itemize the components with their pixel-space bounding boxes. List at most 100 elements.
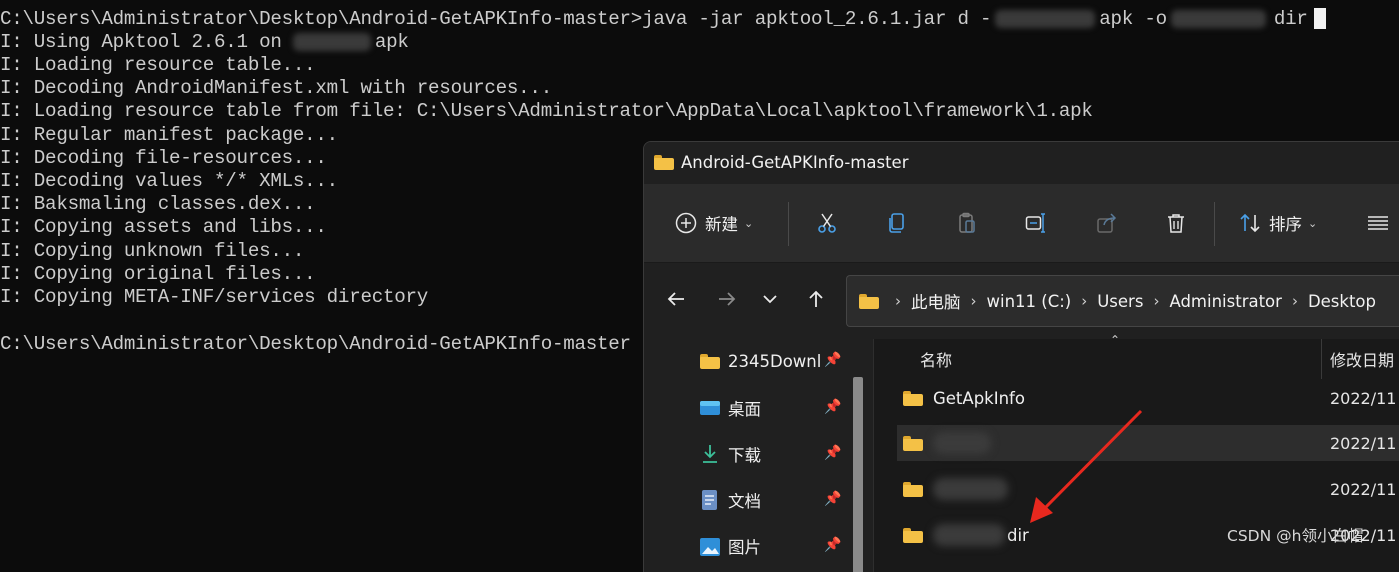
- arrow-up-icon: [809, 290, 823, 307]
- back-button[interactable]: [662, 285, 690, 313]
- sidebar-item-documents[interactable]: 文档: [699, 485, 761, 515]
- file-row[interactable]: GetApkInfo 2022/11: [897, 380, 1399, 416]
- column-divider[interactable]: [1321, 339, 1322, 379]
- sort-button[interactable]: 排序 ⌄: [1238, 204, 1317, 242]
- breadcrumb-item[interactable]: win11 (C:): [987, 292, 1072, 311]
- sidebar-item-label: 文档: [728, 492, 761, 511]
- file-row[interactable]: 2022/11: [897, 425, 1399, 461]
- chevron-down-icon: ⌄: [744, 216, 754, 230]
- toolbar-divider: [1214, 202, 1215, 246]
- chevron-right-icon: ›: [1153, 292, 1160, 310]
- pin-icon[interactable]: 📌: [824, 399, 842, 417]
- share-button[interactable]: [1095, 204, 1119, 242]
- arrow-right-icon: [719, 292, 736, 306]
- chevron-right-icon: ›: [895, 292, 901, 310]
- paste-icon: [959, 212, 975, 233]
- delete-button[interactable]: [1164, 204, 1188, 242]
- plus-circle-icon: [675, 212, 697, 234]
- terminal-output-line: I: Copying assets and libs...: [0, 216, 327, 238]
- command-apk: apk -o: [1099, 8, 1167, 30]
- terminal-prompt: C:\Users\Administrator\Desktop\Android-G…: [0, 333, 631, 355]
- rename-icon: [1025, 213, 1045, 233]
- folder-icon: [859, 293, 879, 309]
- copy-button[interactable]: [885, 204, 909, 242]
- desktop-icon: [699, 398, 721, 418]
- address-bar[interactable]: › 此电脑 › win11 (C:) › Users › Administrat…: [846, 275, 1399, 327]
- sidebar-item-label: 桌面: [728, 400, 761, 419]
- download-icon: [699, 444, 721, 464]
- folder-icon: [903, 390, 923, 406]
- terminal-output-line: I: Copying original files...: [0, 263, 316, 285]
- picture-icon: [699, 536, 721, 556]
- command-prefix: C:\Users\Administrator\Desktop\Android-G…: [0, 8, 992, 30]
- file-name: dir: [1007, 525, 1029, 545]
- column-header-label: 修改日期: [1330, 351, 1395, 370]
- sidebar-scrollbar[interactable]: [853, 377, 863, 572]
- redacted-text: [995, 9, 1096, 28]
- folder-icon: [903, 481, 923, 497]
- view-button[interactable]: [1366, 204, 1390, 242]
- breadcrumb-item[interactable]: Users: [1097, 292, 1143, 311]
- window-title: Android-GetAPKInfo-master: [681, 153, 909, 172]
- column-header-modified[interactable]: 修改日期: [1330, 342, 1394, 376]
- column-header-label: 名称: [920, 351, 953, 370]
- redacted-text: [292, 32, 371, 51]
- delete-icon: [1168, 214, 1184, 233]
- chevron-right-icon: ›: [1081, 292, 1088, 310]
- forward-button[interactable]: [713, 285, 741, 313]
- sidebar-item-2345downloads[interactable]: 2345Downl: [699, 346, 821, 376]
- redacted-file-name: [933, 478, 1008, 500]
- toolbar-divider: [788, 202, 789, 246]
- new-label: 新建: [705, 215, 738, 234]
- folder-icon: [654, 155, 674, 170]
- sort-icon: [1240, 213, 1260, 233]
- chevron-right-icon: ›: [1291, 292, 1298, 310]
- up-button[interactable]: [802, 285, 830, 313]
- document-icon: [699, 490, 721, 510]
- cut-button[interactable]: [815, 204, 839, 242]
- sidebar-item-label: 图片: [728, 538, 761, 557]
- file-date: 2022/11: [1330, 388, 1397, 408]
- terminal-output-line: I: Copying unknown files...: [0, 240, 305, 262]
- recent-locations-button[interactable]: [756, 285, 784, 313]
- folder-icon: [903, 435, 923, 451]
- text-cursor: [1313, 8, 1326, 30]
- chevron-down-icon: ⌄: [1308, 216, 1318, 230]
- sort-ascending-icon: ⌃: [1110, 333, 1121, 347]
- redacted-text: [1170, 9, 1266, 28]
- file-explorer-window[interactable]: Android-GetAPKInfo-master 新建 ⌄ 排序 ⌄ › 此电…: [643, 141, 1399, 572]
- pin-icon[interactable]: 📌: [824, 491, 842, 509]
- paste-button[interactable]: [955, 204, 979, 242]
- new-button[interactable]: 新建 ⌄: [674, 204, 753, 242]
- navigation-pane: 2345Downl 📌 桌面 📌 下载 📌 文档 📌 图片 📌: [644, 339, 866, 572]
- sidebar-item-downloads[interactable]: 下载: [699, 439, 761, 469]
- breadcrumb-item[interactable]: Desktop: [1308, 292, 1376, 311]
- file-name: GetApkInfo: [933, 388, 1025, 408]
- pin-icon[interactable]: 📌: [824, 537, 842, 555]
- redacted-file-name: [933, 524, 1005, 546]
- folder-icon: [903, 527, 923, 543]
- breadcrumb-item[interactable]: 此电脑: [911, 289, 961, 313]
- file-row[interactable]: 2022/11: [897, 471, 1399, 507]
- output-text: apk: [374, 31, 409, 53]
- title-bar[interactable]: Android-GetAPKInfo-master: [644, 142, 1399, 184]
- pin-icon[interactable]: 📌: [824, 445, 842, 463]
- breadcrumb-item[interactable]: Administrator: [1169, 292, 1281, 311]
- sidebar-item-desktop[interactable]: 桌面: [699, 393, 761, 423]
- sidebar-item-pictures[interactable]: 图片: [699, 531, 761, 561]
- column-header-name[interactable]: 名称: [920, 342, 952, 376]
- arrow-left-icon: [667, 292, 684, 306]
- sort-label: 排序: [1269, 215, 1302, 234]
- watermark-text: CSDN @h领小白帽: [1227, 527, 1364, 545]
- view-icon: [1368, 216, 1388, 230]
- cut-icon: [818, 213, 836, 233]
- pin-icon[interactable]: 📌: [824, 352, 842, 370]
- command-bar: 新建 ⌄ 排序 ⌄: [644, 184, 1399, 262]
- terminal-output-line: I: Decoding AndroidManifest.xml with res…: [0, 77, 552, 99]
- terminal-output-line: I: Decoding file-resources...: [0, 147, 327, 169]
- sidebar-item-label: 2345Downl: [728, 351, 822, 371]
- terminal-output-line: I: Using Apktool 2.6.1 on apk: [0, 31, 409, 54]
- rename-button[interactable]: [1024, 204, 1048, 242]
- terminal-output-line: I: Baksmaling classes.dex...: [0, 193, 316, 215]
- terminal-output-line: I: Loading resource table...: [0, 54, 316, 76]
